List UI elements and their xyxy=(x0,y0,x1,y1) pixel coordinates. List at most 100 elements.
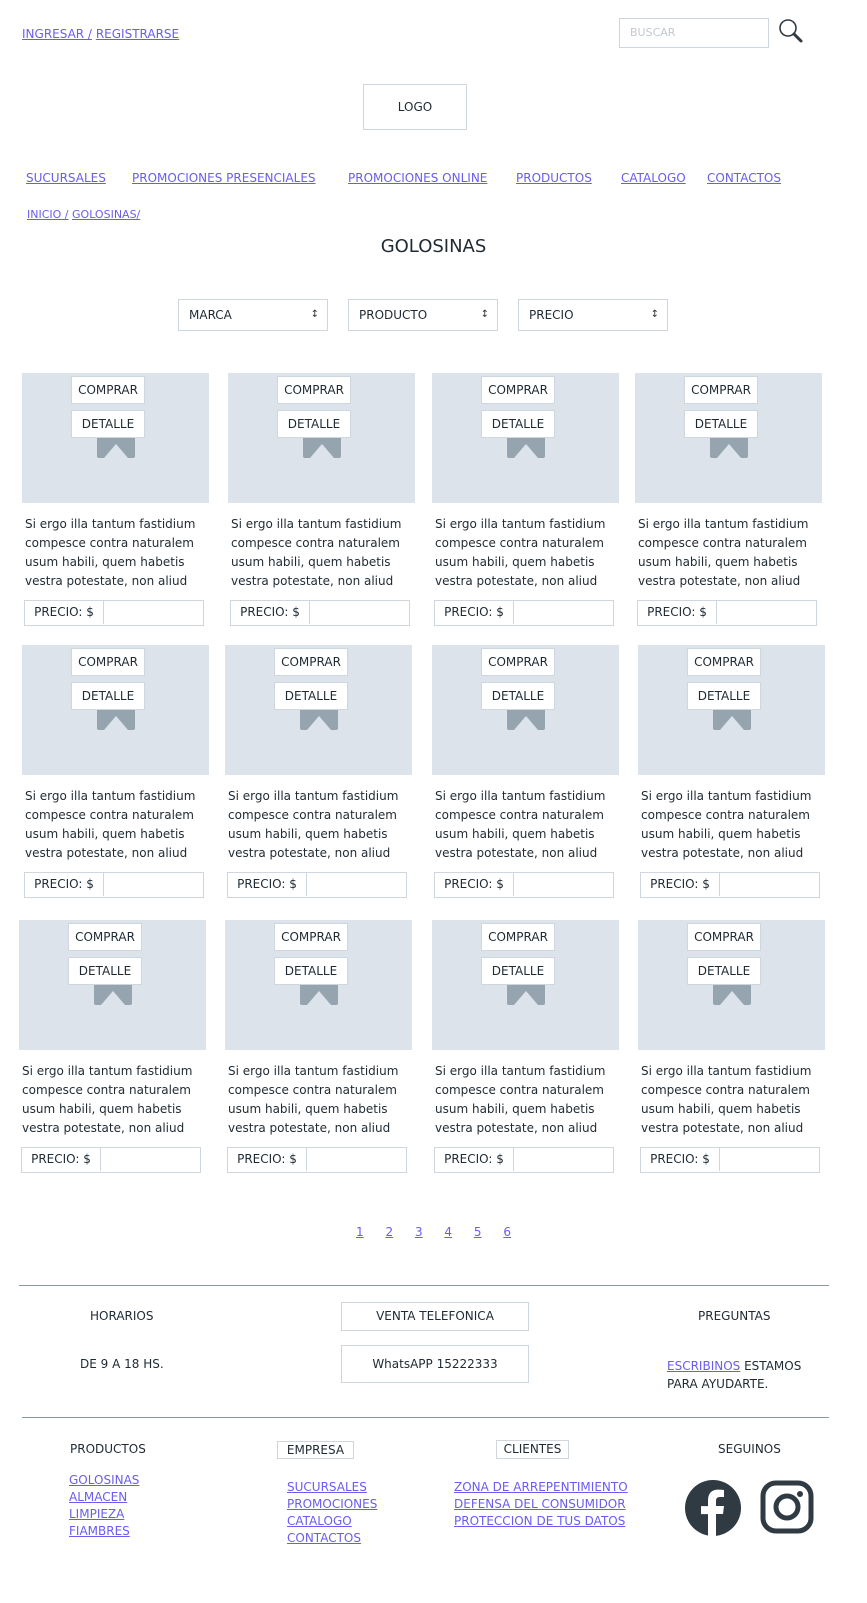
write-us-link[interactable]: ESCRIBINOS xyxy=(667,1359,740,1373)
price-label: PRECIO: $ xyxy=(228,1148,307,1171)
product-image[interactable]: COMPRAR DETALLE xyxy=(432,920,619,1050)
detail-button[interactable]: DETALLE xyxy=(684,410,758,438)
detail-button[interactable]: DETALLE xyxy=(481,682,555,710)
footer-link-almacen[interactable]: ALMACEN xyxy=(69,1490,139,1504)
buy-button[interactable]: COMPRAR xyxy=(71,376,145,404)
footer-clients-links: ZONA DE ARREPENTIMIENTO DEFENSA DEL CONS… xyxy=(454,1480,628,1531)
brand-select-value: MARCA xyxy=(189,308,232,322)
product-description: Si ergo illa tantum fastidium compesce c… xyxy=(25,789,196,860)
logo[interactable]: LOGO xyxy=(363,84,467,130)
product-image[interactable]: COMPRAR DETALLE xyxy=(19,920,206,1050)
price-label: PRECIO: $ xyxy=(228,873,307,896)
page-link-5[interactable]: 5 xyxy=(474,1225,482,1239)
footer-link-contactos[interactable]: CONTACTOS xyxy=(287,1531,377,1545)
product-description: Si ergo illa tantum fastidium compesce c… xyxy=(638,517,809,588)
price-label: PRECIO: $ xyxy=(25,601,104,624)
pagination: 1 2 3 4 5 6 xyxy=(0,1225,867,1239)
whatsapp-contact[interactable]: WhatsAPP 15222333 xyxy=(341,1345,529,1383)
brand-select[interactable]: MARCA ↕ xyxy=(178,299,328,331)
detail-button[interactable]: DETALLE xyxy=(687,957,761,985)
nav-catalogo[interactable]: CATALOGO xyxy=(621,171,686,185)
hours-value: DE 9 A 18 HS. xyxy=(80,1357,164,1371)
price-label: PRECIO: $ xyxy=(641,1148,720,1171)
buy-button[interactable]: COMPRAR xyxy=(687,923,761,951)
product-image[interactable]: COMPRAR DETALLE xyxy=(22,373,209,503)
footer-link-fiambres[interactable]: FIAMBRES xyxy=(69,1524,139,1538)
detail-button[interactable]: DETALLE xyxy=(274,957,348,985)
price-label: PRECIO: $ xyxy=(22,1148,101,1171)
product-description: Si ergo illa tantum fastidium compesce c… xyxy=(641,789,812,860)
search-input[interactable]: BUSCAR xyxy=(619,18,769,48)
price-label: PRECIO: $ xyxy=(435,1148,514,1171)
product-image[interactable]: COMPRAR DETALLE xyxy=(432,645,619,775)
page-link-6[interactable]: 6 xyxy=(503,1225,511,1239)
detail-button[interactable]: DETALLE xyxy=(277,410,351,438)
buy-button[interactable]: COMPRAR xyxy=(274,648,348,676)
nav-contactos[interactable]: CONTACTOS xyxy=(707,171,781,185)
breadcrumb: INICIO / GOLOSINAS/ xyxy=(27,208,140,221)
product-image[interactable]: COMPRAR DETALLE xyxy=(432,373,619,503)
footer-link-defensa-consumidor[interactable]: DEFENSA DEL CONSUMIDOR xyxy=(454,1497,628,1511)
nav-productos[interactable]: PRODUCTOS xyxy=(516,171,592,185)
facebook-icon[interactable] xyxy=(684,1479,742,1537)
hours-title: HORARIOS xyxy=(90,1309,154,1323)
nav-promociones-presenciales[interactable]: PROMOCIONES PRESENCIALES xyxy=(132,171,316,185)
price-field: PRECIO: $ xyxy=(434,600,614,626)
footer-link-catalogo[interactable]: CATALOGO xyxy=(287,1514,377,1528)
product-image[interactable]: COMPRAR DETALLE xyxy=(635,373,822,503)
price-select[interactable]: PRECIO ↕ xyxy=(518,299,668,331)
page-link-3[interactable]: 3 xyxy=(415,1225,423,1239)
price-field: PRECIO: $ xyxy=(24,600,204,626)
price-field: PRECIO: $ xyxy=(640,872,820,898)
breadcrumb-home[interactable]: INICIO / xyxy=(27,208,69,221)
buy-button[interactable]: COMPRAR xyxy=(277,376,351,404)
detail-button[interactable]: DETALLE xyxy=(71,682,145,710)
detail-button[interactable]: DETALLE xyxy=(274,682,348,710)
product-image[interactable]: COMPRAR DETALLE xyxy=(638,645,825,775)
detail-button[interactable]: DETALLE xyxy=(481,410,555,438)
breadcrumb-current[interactable]: GOLOSINAS/ xyxy=(72,208,140,221)
page-link-1[interactable]: 1 xyxy=(356,1225,364,1239)
product-description: Si ergo illa tantum fastidium compesce c… xyxy=(435,789,606,860)
product-select[interactable]: PRODUCTO ↕ xyxy=(348,299,498,331)
product-image[interactable]: COMPRAR DETALLE xyxy=(22,645,209,775)
buy-button[interactable]: COMPRAR xyxy=(71,648,145,676)
detail-button[interactable]: DETALLE xyxy=(71,410,145,438)
detail-button[interactable]: DETALLE xyxy=(481,957,555,985)
login-link[interactable]: INGRESAR / xyxy=(22,27,92,41)
search-icon[interactable] xyxy=(778,18,804,44)
follow-title: SEGUINOS xyxy=(718,1442,781,1456)
buy-button[interactable]: COMPRAR xyxy=(481,376,555,404)
buy-button[interactable]: COMPRAR xyxy=(687,648,761,676)
footer-divider-2 xyxy=(22,1417,829,1418)
buy-button[interactable]: COMPRAR xyxy=(481,923,555,951)
chevron-updown-icon: ↕ xyxy=(480,309,489,320)
price-label: PRECIO: $ xyxy=(638,601,717,624)
detail-button[interactable]: DETALLE xyxy=(68,957,142,985)
faq-title: PREGUNTAS xyxy=(698,1309,771,1323)
product-image[interactable]: COMPRAR DETALLE xyxy=(638,920,825,1050)
login-register: INGRESAR / REGISTRARSE xyxy=(22,27,179,41)
product-image[interactable]: COMPRAR DETALLE xyxy=(225,920,412,1050)
price-label: PRECIO: $ xyxy=(641,873,720,896)
nav-promociones-online[interactable]: PROMOCIONES ONLINE xyxy=(348,171,487,185)
instagram-icon[interactable] xyxy=(760,1480,814,1534)
footer-link-arrepentimiento[interactable]: ZONA DE ARREPENTIMIENTO xyxy=(454,1480,628,1494)
footer-link-sucursales[interactable]: SUCURSALES xyxy=(287,1480,377,1494)
page-link-4[interactable]: 4 xyxy=(444,1225,452,1239)
footer-link-promociones[interactable]: PROMOCIONES xyxy=(287,1497,377,1511)
page-link-2[interactable]: 2 xyxy=(385,1225,393,1239)
footer-link-golosinas[interactable]: GOLOSINAS xyxy=(69,1473,139,1487)
product-image[interactable]: COMPRAR DETALLE xyxy=(225,645,412,775)
buy-button[interactable]: COMPRAR xyxy=(684,376,758,404)
register-link[interactable]: REGISTRARSE xyxy=(96,27,179,41)
footer-link-limpieza[interactable]: LIMPIEZA xyxy=(69,1507,139,1521)
buy-button[interactable]: COMPRAR xyxy=(274,923,348,951)
product-image[interactable]: COMPRAR DETALLE xyxy=(228,373,415,503)
nav-sucursales[interactable]: SUCURSALES xyxy=(26,171,106,185)
detail-button[interactable]: DETALLE xyxy=(687,682,761,710)
price-field: PRECIO: $ xyxy=(227,1147,407,1173)
buy-button[interactable]: COMPRAR xyxy=(481,648,555,676)
footer-link-proteccion-datos[interactable]: PROTECCION DE TUS DATOS xyxy=(454,1514,628,1528)
buy-button[interactable]: COMPRAR xyxy=(68,923,142,951)
